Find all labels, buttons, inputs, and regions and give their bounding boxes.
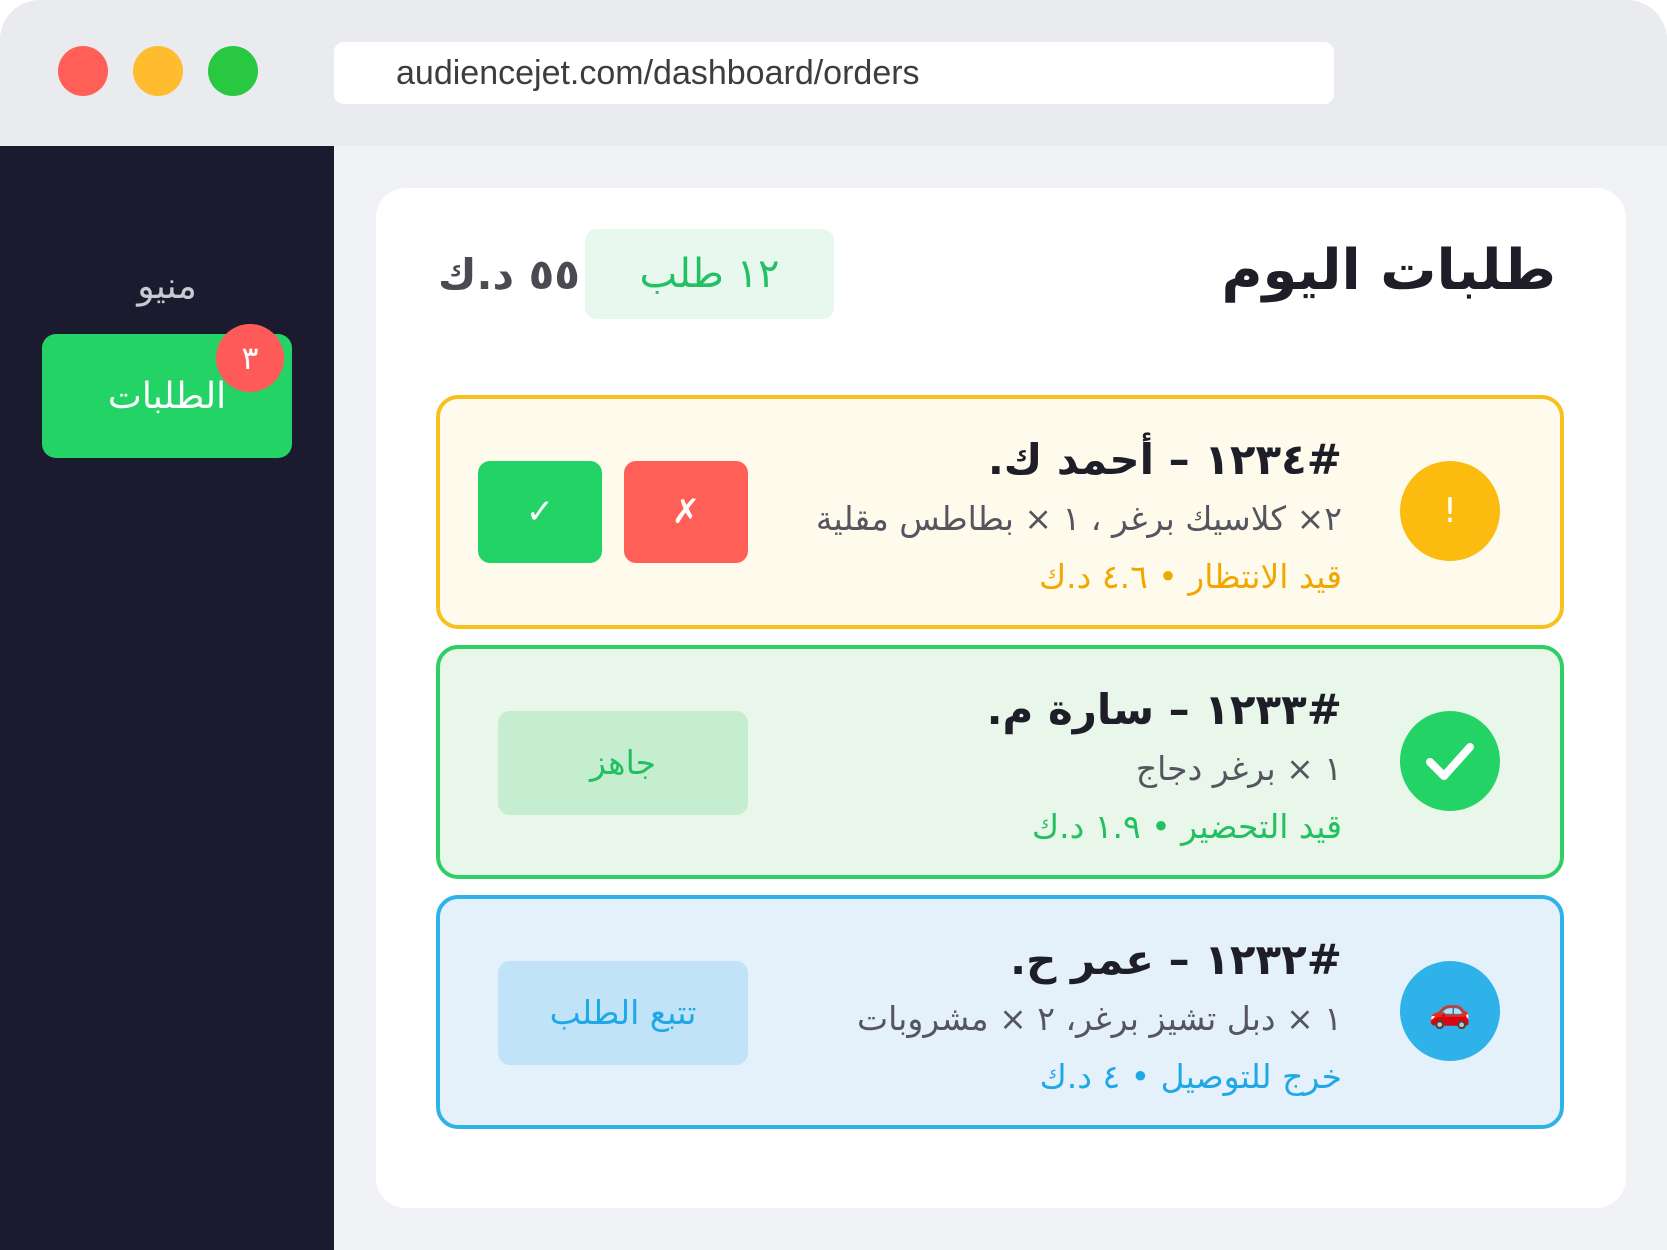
sidebar-title: منيو bbox=[137, 266, 197, 307]
page-title: طلبات اليوم bbox=[1221, 238, 1557, 303]
mark-ready-button[interactable]: جاهز bbox=[498, 711, 748, 815]
reject-order-button[interactable]: ✗ bbox=[624, 461, 748, 563]
order-status: قيد الانتظار • ٤.٦ د.ك bbox=[1038, 557, 1342, 596]
accept-order-button[interactable]: ✓ bbox=[478, 461, 602, 563]
address-bar[interactable]: audiencejet.com/dashboard/orders bbox=[334, 42, 1334, 104]
browser-titlebar: audiencejet.com/dashboard/orders bbox=[0, 0, 1667, 146]
order-title: #١٢٣٣ – سارة م. bbox=[986, 685, 1342, 734]
minimize-window-button[interactable] bbox=[133, 46, 183, 96]
checkmark-icon bbox=[1400, 711, 1500, 811]
total-revenue: ٥٥ د.ك bbox=[438, 250, 580, 299]
url-text: audiencejet.com/dashboard/orders bbox=[396, 54, 920, 92]
track-order-button[interactable]: تتبع الطلب bbox=[498, 961, 748, 1065]
orders-count-badge: ٣ bbox=[216, 324, 284, 392]
maximize-window-button[interactable] bbox=[208, 46, 258, 96]
orders-panel: طلبات اليوم ١٢ طلب ٥٥ د.ك ! #١٢٣٤ – أحمد… bbox=[376, 188, 1626, 1208]
order-status: قيد التحضير • ١.٩ د.ك bbox=[1031, 807, 1342, 846]
order-card-delivery[interactable]: 🚗 #١٢٣٢ – عمر ح. ١ × دبل تشيز برغر، ٢ × … bbox=[436, 895, 1564, 1129]
order-items: ٢× كلاسيك برغر ، ١ × بطاطس مقلية bbox=[815, 499, 1342, 538]
order-card-preparing[interactable]: #١٢٣٣ – سارة م. ١ × برغر دجاج قيد التحضي… bbox=[436, 645, 1564, 879]
sidebar-item-orders[interactable]: الطلبات ٣ bbox=[42, 324, 292, 458]
order-title: #١٢٣٤ – أحمد ك. bbox=[987, 435, 1342, 484]
alert-icon: ! bbox=[1400, 461, 1500, 561]
close-window-button[interactable] bbox=[58, 46, 108, 96]
main-content: طلبات اليوم ١٢ طلب ٥٥ د.ك ! #١٢٣٤ – أحمد… bbox=[334, 146, 1667, 1250]
sidebar: منيو الطلبات ٣ bbox=[0, 146, 334, 1250]
order-items: ١ × دبل تشيز برغر، ٢ × مشروبات bbox=[857, 999, 1342, 1038]
car-icon: 🚗 bbox=[1400, 961, 1500, 1061]
order-count-pill: ١٢ طلب bbox=[585, 229, 834, 319]
browser-window: audiencejet.com/dashboard/orders منيو ال… bbox=[0, 0, 1667, 1250]
order-items: ١ × برغر دجاج bbox=[1135, 749, 1342, 788]
order-card-pending[interactable]: ! #١٢٣٤ – أحمد ك. ٢× كلاسيك برغر ، ١ × ب… bbox=[436, 395, 1564, 629]
order-status: خرج للتوصيل • ٤ د.ك bbox=[1039, 1057, 1342, 1096]
order-title: #١٢٣٢ – عمر ح. bbox=[1010, 935, 1342, 984]
